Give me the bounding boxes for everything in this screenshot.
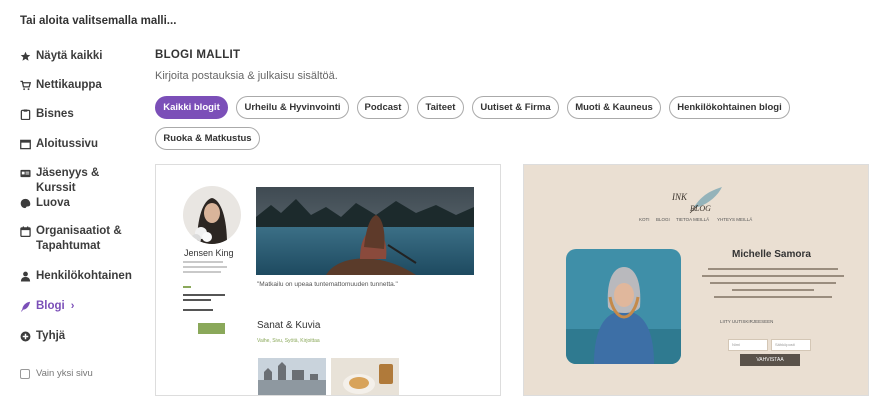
filter-food-travel[interactable]: Ruoka & Matkustus — [155, 127, 260, 150]
sidebar-item-label: Organisaatiot & Tapahtumat — [36, 225, 122, 252]
bio-line — [183, 299, 211, 301]
feather-icon — [20, 301, 31, 312]
bio-line — [183, 266, 227, 268]
nav-link-blog: BLOGI — [656, 217, 670, 222]
page-heading: Tai aloita valitsemalla malli... — [20, 15, 177, 27]
filter-all-blogs[interactable]: Kaikki blogit — [155, 96, 228, 119]
author-name: Jensen King — [184, 248, 234, 258]
sidebar-item-business[interactable]: Bisnes — [20, 107, 74, 122]
plus-circle-icon — [20, 331, 31, 342]
nav-link-about: TIETOA MEILLÄ — [676, 217, 710, 222]
hero-lake-photo — [256, 187, 474, 275]
filter-personal-blog[interactable]: Henkilökohtainen blogi — [669, 96, 790, 119]
template-card-jensen[interactable]: Jensen King "Matkailu on upeaa tuntematt… — [155, 164, 501, 396]
bio-line — [183, 261, 223, 263]
bio-line — [714, 296, 832, 298]
sidebar-item-creative[interactable]: Luova — [20, 196, 70, 211]
section-subtitle: Kirjoita postauksia & julkaisu sisältöä. — [155, 70, 338, 82]
filter-podcast[interactable]: Podcast — [357, 96, 409, 119]
confirm-button-preview: VAHVISTAA — [740, 354, 800, 366]
bio-line — [183, 309, 213, 311]
sidebar-item-label: Näytä kaikki — [36, 50, 103, 62]
window-icon — [20, 139, 31, 150]
bio-line — [708, 268, 838, 270]
filter-fashion[interactable]: Muoti & Kauneus — [567, 96, 661, 119]
section-heading: Sanat & Kuvia — [257, 320, 321, 331]
bio-line — [710, 282, 836, 284]
sidebar-item-label: Blogi — [36, 300, 65, 312]
sidebar-item-label: Luova — [36, 197, 70, 209]
section-tags: Vaihe, Sivu, Syötä, Kirjoittaa — [257, 338, 320, 344]
sidebar-item-show-all[interactable]: Näytä kaikki — [20, 49, 103, 64]
author-name: Michelle Samora — [732, 249, 811, 260]
city-thumbnail — [258, 358, 326, 395]
svg-text:BLOG: BLOG — [690, 204, 711, 213]
bio-line — [732, 289, 814, 291]
sidebar-item-label: Nettikauppa — [36, 79, 102, 91]
section-title: BLOGI MALLIT — [155, 49, 241, 61]
inkblog-logo: INK BLOG — [668, 185, 724, 215]
sidebar-item-blog[interactable]: Blogi › — [20, 299, 74, 314]
checkbox-box[interactable] — [20, 368, 30, 379]
sidebar-item-label: Jäsenyys & Kurssit — [36, 167, 100, 194]
palette-icon — [20, 198, 31, 209]
svg-text:INK: INK — [671, 192, 688, 202]
sidebar-item-empty[interactable]: Tyhjä — [20, 329, 65, 344]
checkbox-label: Vain yksi sivu — [36, 368, 93, 379]
author-photo — [566, 249, 681, 364]
person-icon — [20, 271, 31, 282]
email-input-preview: Sähköposti — [771, 339, 811, 351]
nav-link-home: KOTI — [639, 217, 650, 222]
sidebar-item-label: Aloitussivu — [36, 138, 98, 150]
sidebar-item-landing[interactable]: Aloitussivu — [20, 137, 98, 152]
bio-accent-line — [183, 286, 191, 288]
nav-link-contact: YHTEYS MEILLÄ — [717, 217, 753, 222]
filter-news[interactable]: Uutiset & Firma — [472, 96, 559, 119]
template-card-inkblog[interactable]: INK BLOG KOTI BLOGI TIETOA MEILLÄ YHTEYS… — [523, 164, 869, 396]
filter-arts[interactable]: Taiteet — [417, 96, 464, 119]
filter-sports[interactable]: Urheilu & Hyvinvointi — [236, 96, 349, 119]
bio-line — [183, 294, 225, 296]
bio-line — [702, 275, 844, 277]
quote-text: "Matkailu on upeaa tuntemattomuuden tunn… — [257, 281, 398, 288]
sidebar-item-organizations[interactable]: Organisaatiot & Tapahtumat — [20, 224, 135, 254]
newsletter-label: LIITY UUTISKIRJEESEEN — [720, 319, 774, 324]
author-avatar — [183, 186, 241, 244]
cart-icon — [20, 80, 31, 91]
bio-line — [183, 271, 221, 273]
sidebar-item-label: Tyhjä — [36, 330, 66, 342]
chevron-right-icon: › — [70, 300, 75, 312]
food-thumbnail — [331, 358, 399, 395]
sidebar-item-label: Henkilökohtainen — [36, 270, 132, 282]
single-page-checkbox[interactable]: Vain yksi sivu — [20, 368, 93, 379]
sidebar-item-personal[interactable]: Henkilökohtainen — [20, 269, 132, 284]
star-icon — [20, 51, 31, 62]
sidebar-item-shop[interactable]: Nettikauppa — [20, 78, 102, 93]
id-card-icon — [20, 168, 31, 179]
subscribe-button-preview — [198, 323, 225, 334]
clipboard-icon — [20, 109, 31, 120]
calendar-icon — [20, 226, 31, 237]
sidebar-item-membership[interactable]: Jäsenyys & Kurssit — [20, 166, 140, 196]
sidebar-item-label: Bisnes — [36, 108, 74, 120]
name-input-preview: Nimi — [728, 339, 768, 351]
